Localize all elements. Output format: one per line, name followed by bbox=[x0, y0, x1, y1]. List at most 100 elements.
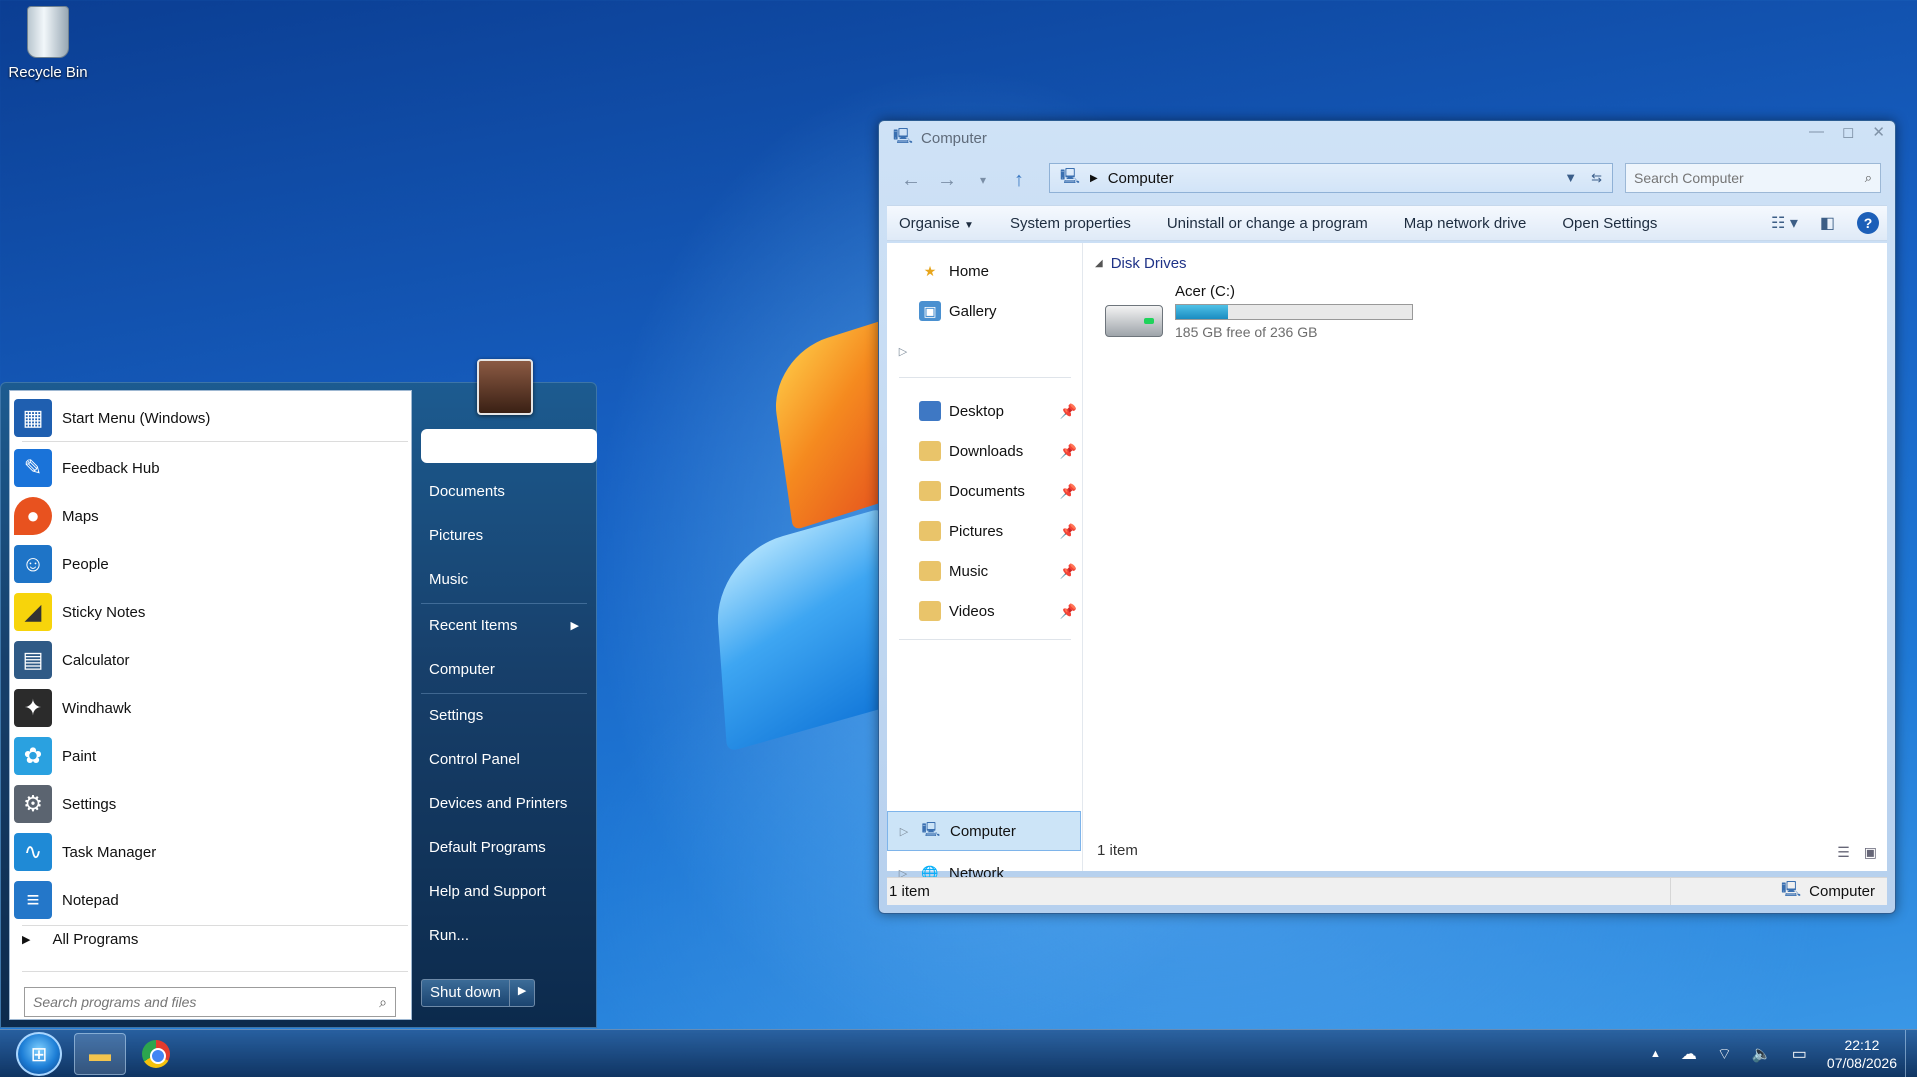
nav-item-videos[interactable]: Videos 📌 bbox=[887, 591, 1083, 631]
explorer-search-box[interactable]: ⌕ bbox=[1625, 163, 1881, 193]
nav-item-label: Computer bbox=[950, 822, 1016, 840]
program-people[interactable]: ☺ People bbox=[14, 541, 408, 587]
program-settings[interactable]: ⚙ Settings bbox=[14, 781, 408, 827]
show-hidden-icons-icon[interactable]: ▲ bbox=[1650, 1048, 1661, 1060]
pin-icon[interactable]: 📌 bbox=[1060, 403, 1077, 420]
address-dropdown-icon[interactable]: ▼ bbox=[1564, 170, 1577, 186]
onedrive-icon[interactable]: ☁ bbox=[1681, 1044, 1697, 1064]
drive-item[interactable]: Acer (C:) 185 GB free of 236 GB bbox=[1105, 283, 1413, 340]
start-right-music[interactable]: Music bbox=[419, 561, 589, 597]
large-icons-view-icon[interactable]: ▣ bbox=[1864, 844, 1877, 861]
breadcrumb-separator-icon[interactable]: ▶ bbox=[1090, 173, 1098, 184]
up-arrow-icon[interactable]: ↑ bbox=[1001, 169, 1037, 192]
wifi-icon[interactable]: ⌔ bbox=[1717, 1044, 1732, 1064]
nav-item-documents[interactable]: Documents 📌 bbox=[887, 471, 1083, 511]
expand-arrow-icon[interactable]: ▷ bbox=[888, 825, 920, 838]
minimize-icon[interactable]: — bbox=[1809, 123, 1824, 141]
pin-icon[interactable]: 📌 bbox=[1060, 523, 1077, 540]
shutdown-options-icon[interactable]: ▶ bbox=[510, 980, 534, 1006]
start-right-pictures[interactable]: Pictures bbox=[419, 517, 589, 553]
map-network-drive-button[interactable]: Map network drive bbox=[1404, 215, 1527, 232]
program-paint[interactable]: ✿ Paint bbox=[14, 733, 408, 779]
task-manager-icon: ∿ bbox=[14, 833, 52, 871]
start-right-help-support[interactable]: Help and Support bbox=[419, 873, 589, 909]
start-right-control-panel[interactable]: Control Panel bbox=[419, 741, 589, 777]
search-icon[interactable]: ⌕ bbox=[379, 994, 387, 1011]
taskbar-chrome[interactable] bbox=[130, 1033, 182, 1075]
title-bar[interactable]: 🖳 Computer — ◻ ✕ bbox=[879, 121, 1895, 155]
pin-icon[interactable]: 📌 bbox=[1060, 563, 1077, 580]
user-name-box[interactable] bbox=[421, 429, 597, 463]
start-menu-programs-pane: ▦ Start Menu (Windows) ✎ Feedback Hub ● … bbox=[9, 390, 412, 1020]
program-sticky-notes[interactable]: ◢ Sticky Notes bbox=[14, 589, 408, 635]
back-arrow-icon[interactable]: ← bbox=[893, 169, 929, 192]
battery-icon[interactable]: ▭ bbox=[1792, 1044, 1807, 1064]
details-view-icon[interactable]: ☰ bbox=[1837, 844, 1850, 861]
nav-item-downloads[interactable]: Downloads 📌 bbox=[887, 431, 1083, 471]
command-bar: Organise ▼ System properties Uninstall o… bbox=[887, 205, 1887, 241]
nav-item-desktop[interactable]: Desktop 📌 bbox=[887, 391, 1083, 431]
uninstall-program-button[interactable]: Uninstall or change a program bbox=[1167, 215, 1368, 232]
pin-icon[interactable]: 📌 bbox=[1060, 443, 1077, 460]
taskbar-file-explorer[interactable]: ▬ bbox=[74, 1033, 126, 1075]
explorer-search-input[interactable] bbox=[1634, 170, 1865, 186]
status-item-count: 1 item bbox=[889, 883, 930, 900]
nav-item-computer[interactable]: ▷ 🖳 Computer bbox=[887, 811, 1081, 851]
expand-arrow-icon[interactable]: ▷ bbox=[887, 345, 919, 358]
nav-item-music[interactable]: Music 📌 bbox=[887, 551, 1083, 591]
clock[interactable]: 22:12 07/08/2026 bbox=[1827, 1036, 1897, 1072]
pin-icon[interactable]: 📌 bbox=[1060, 483, 1077, 500]
user-avatar[interactable] bbox=[477, 359, 533, 415]
nav-item-home[interactable]: ★ Home bbox=[887, 251, 1083, 291]
show-desktop-button[interactable] bbox=[1905, 1030, 1917, 1077]
drive-free-space: 185 GB free of 236 GB bbox=[1175, 324, 1318, 340]
address-bar[interactable]: 🖳 ▶ Computer ▼ ⇆ bbox=[1049, 163, 1613, 193]
start-right-run[interactable]: Run... bbox=[419, 917, 589, 953]
change-view-icon[interactable]: ☷ ▾ bbox=[1771, 213, 1798, 233]
start-right-default-programs[interactable]: Default Programs bbox=[419, 829, 589, 865]
music-folder-icon bbox=[919, 561, 941, 581]
start-search-input[interactable] bbox=[33, 994, 380, 1010]
status-bar: 1 item 🖳 Computer bbox=[887, 877, 1887, 905]
start-search-box[interactable]: ⌕ bbox=[24, 987, 396, 1017]
start-right-recent-items[interactable]: Recent Items ▶ bbox=[419, 607, 589, 643]
nav-item-gallery[interactable]: ▣ Gallery bbox=[887, 291, 1083, 331]
program-task-manager[interactable]: ∿ Task Manager bbox=[14, 829, 408, 875]
start-right-settings[interactable]: Settings bbox=[419, 697, 589, 733]
start-right-documents[interactable]: Documents bbox=[419, 473, 589, 509]
nav-item-collapsed[interactable]: ▷ bbox=[887, 331, 1083, 371]
desktop-icon-recycle-bin[interactable]: Recycle Bin bbox=[6, 6, 90, 81]
shutdown-button[interactable]: Shut down bbox=[422, 980, 510, 1006]
program-separator bbox=[22, 925, 408, 926]
program-maps[interactable]: ● Maps bbox=[14, 493, 408, 539]
program-notepad[interactable]: ≡ Notepad bbox=[14, 877, 408, 923]
volume-icon[interactable]: 🔈 bbox=[1752, 1044, 1772, 1064]
nav-item-pictures[interactable]: Pictures 📌 bbox=[887, 511, 1083, 551]
help-icon[interactable]: ? bbox=[1857, 212, 1879, 234]
nav-item-label: Gallery bbox=[949, 302, 997, 320]
start-right-devices-printers[interactable]: Devices and Printers bbox=[419, 785, 589, 821]
navigation-pane: ★ Home ▣ Gallery ▷ Desktop 📌 Downloads 📌 bbox=[887, 243, 1083, 882]
open-settings-button[interactable]: Open Settings bbox=[1562, 215, 1657, 232]
program-windhawk[interactable]: ✦ Windhawk bbox=[14, 685, 408, 731]
close-icon[interactable]: ✕ bbox=[1872, 123, 1885, 141]
start-right-computer[interactable]: Computer bbox=[419, 651, 589, 687]
preview-pane-icon[interactable]: ◧ bbox=[1820, 213, 1835, 233]
system-properties-button[interactable]: System properties bbox=[1010, 215, 1131, 232]
program-feedback-hub[interactable]: ✎ Feedback Hub bbox=[14, 445, 408, 491]
forward-arrow-icon[interactable]: → bbox=[929, 169, 965, 192]
program-calculator[interactable]: ▤ Calculator bbox=[14, 637, 408, 683]
breadcrumb-computer[interactable]: Computer bbox=[1108, 170, 1174, 187]
program-start-menu[interactable]: ▦ Start Menu (Windows) bbox=[14, 395, 408, 441]
organise-menu[interactable]: Organise ▼ bbox=[899, 215, 974, 232]
start-right-label: Devices and Printers bbox=[429, 794, 568, 812]
computer-icon: 🖳 bbox=[893, 127, 914, 145]
start-button[interactable]: ⊞ bbox=[16, 1032, 62, 1076]
group-header-disk-drives[interactable]: ◢ Disk Drives bbox=[1095, 255, 1187, 272]
recent-locations-icon[interactable]: ▾ bbox=[965, 173, 1001, 187]
search-icon[interactable]: ⌕ bbox=[1865, 170, 1872, 186]
pin-icon[interactable]: 📌 bbox=[1060, 603, 1077, 620]
maximize-icon[interactable]: ◻ bbox=[1842, 123, 1854, 141]
all-programs-button[interactable]: ▶ All Programs bbox=[22, 931, 138, 948]
refresh-icon[interactable]: ⇆ bbox=[1591, 170, 1602, 186]
